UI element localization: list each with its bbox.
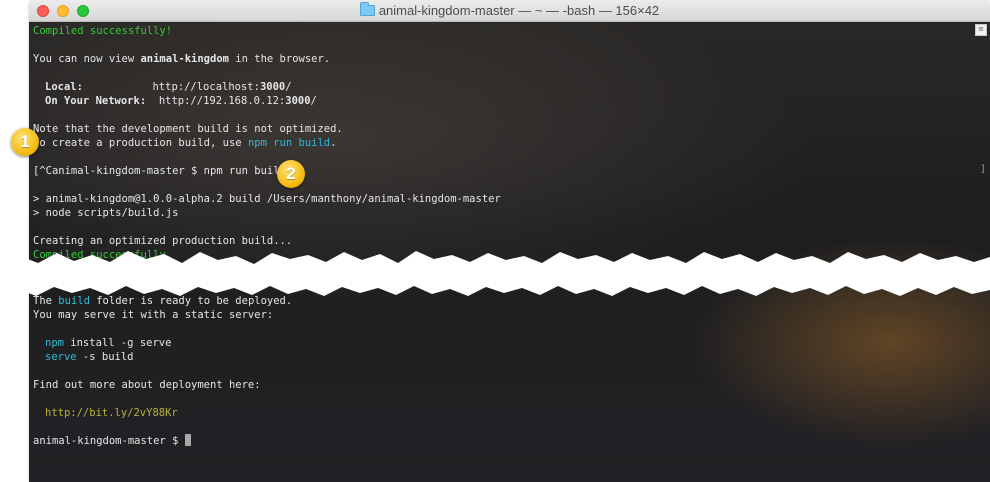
right-bracket: ] [979, 164, 986, 175]
title-bar[interactable]: animal-kingdom-master — ~ — -bash — 156×… [29, 0, 990, 22]
prompt-line: [^Canimal-kingdom-master $ npm run build [33, 165, 286, 177]
final-prompt-line[interactable]: animal-kingdom-master $ [33, 434, 191, 448]
prod-cmd: npm run build [247, 137, 331, 149]
scroll-marks-icon[interactable]: ≡ [975, 24, 987, 36]
network-url-pre: http://192.168.0.12: [158, 95, 286, 107]
find-out-line: Find out more about deployment here: [33, 379, 261, 391]
local-port: 3000 [259, 81, 286, 93]
local-url-post: / [285, 81, 292, 93]
serve-rest: -s build [76, 351, 134, 363]
view-post: in the browser. [228, 53, 331, 65]
compiled-line: Compiled successfully! [33, 25, 173, 37]
network-line: On Your Network: http://192.168.0.12:300… [45, 94, 317, 108]
window-title-text: animal-kingdom-master — ~ — -bash — 156×… [378, 3, 660, 18]
view-pre: You can now view [33, 53, 141, 65]
network-label: On Your Network: [45, 95, 147, 107]
prod-pre: To create a production build, use [33, 137, 248, 149]
network-url-post: / [310, 95, 317, 107]
local-line: Local: http://localhost:3000/ [45, 80, 292, 94]
npm-rest: install -g serve [63, 337, 172, 349]
view-line: You can now view animal-kingdom in the b… [33, 52, 330, 66]
folder-icon [359, 2, 375, 16]
build-info-line: > animal-kingdom@1.0.0-alpha.2 build /Us… [33, 193, 501, 205]
callout-badge-2: 2 [277, 160, 305, 188]
serve-line: serve -s build [45, 350, 134, 364]
window-title: animal-kingdom-master — ~ — -bash — 156×… [29, 2, 990, 18]
final-prompt: animal-kingdom-master $ [33, 435, 185, 447]
local-label: Local: [45, 81, 83, 93]
local-url-pre: http://localhost: [152, 81, 260, 93]
build-script-line: > node scripts/build.js [33, 207, 179, 219]
deploy-link[interactable]: http://bit.ly/2vY88Kr [45, 406, 178, 420]
note-line: Note that the development build is not o… [33, 123, 343, 135]
callout-badge-1: 1 [11, 128, 39, 156]
serve-static-line: You may serve it with a static server: [33, 309, 274, 321]
network-port: 3000 [285, 95, 311, 107]
terminal-window: animal-kingdom-master — ~ — -bash — 156×… [29, 0, 990, 482]
serve-word: serve [45, 351, 77, 363]
prod-post: . [330, 137, 337, 149]
app-name: animal-kingdom [140, 53, 229, 65]
torn-edge-divider [0, 251, 990, 296]
cursor [184, 434, 191, 446]
npm-word: npm [45, 337, 64, 349]
npm-install-line: npm install -g serve [45, 336, 171, 350]
prod-line: To create a production build, use npm ru… [33, 136, 336, 150]
